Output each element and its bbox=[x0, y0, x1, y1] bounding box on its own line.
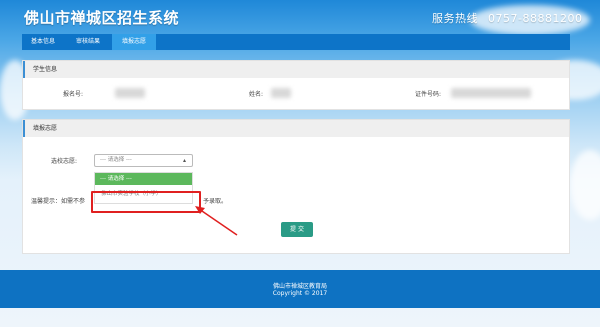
hotline-label: 服务热线 bbox=[432, 12, 478, 25]
site-footer: 佛山市禅城区教育局 Copyright © 2017 bbox=[0, 270, 600, 308]
name-value bbox=[271, 88, 291, 98]
highlight-box bbox=[91, 191, 201, 213]
hint-text-end: 予录取。 bbox=[203, 198, 228, 205]
tab-basic-info[interactable]: 基本信息 bbox=[22, 34, 64, 50]
student-info-title: 学生信息 bbox=[23, 61, 569, 78]
school-select[interactable]: --- 请选择 --- ▴ bbox=[94, 154, 193, 167]
wish-panel: 填报志愿 选校志愿: --- 请选择 --- ▴ --- 请选择 --- 佛山市… bbox=[22, 119, 570, 254]
submit-button[interactable]: 提 交 bbox=[281, 222, 313, 237]
annotation-arrow-icon bbox=[195, 206, 238, 236]
footer-org: 佛山市禅城区教育局 bbox=[272, 283, 327, 290]
name-label: 姓名: bbox=[249, 91, 264, 98]
main-nav: 基本信息 审核结果 填报志愿 bbox=[22, 34, 570, 50]
dropdown-option-placeholder[interactable]: --- 请选择 --- bbox=[95, 173, 192, 185]
id-number-label: 证件号码: bbox=[415, 91, 442, 98]
tab-fill-wish[interactable]: 填报志愿 bbox=[112, 34, 156, 50]
id-number-value bbox=[451, 88, 531, 98]
student-info-panel: 学生信息 报名号: 姓名: 证件号码: bbox=[22, 60, 570, 110]
site-title: 佛山市禅城区招生系统 bbox=[24, 9, 180, 27]
hotline: 服务热线 0757-88881200 bbox=[432, 10, 582, 26]
footer-copyright: Copyright © 2017 bbox=[272, 290, 328, 297]
hint-text-start: 温馨提示：如需不参 bbox=[31, 198, 86, 205]
hotline-number: 0757-88881200 bbox=[488, 12, 583, 25]
wish-section-title: 填报志愿 bbox=[23, 120, 569, 137]
cloud-decoration bbox=[570, 150, 600, 220]
site-header: 佛山市禅城区招生系统 服务热线 0757-88881200 bbox=[0, 0, 600, 34]
caret-up-icon: ▴ bbox=[182, 157, 186, 164]
school-choice-label: 选校志愿: bbox=[51, 158, 78, 165]
registration-number-label: 报名号: bbox=[63, 91, 84, 98]
school-select-value: --- 请选择 --- bbox=[100, 157, 132, 163]
tab-review-result[interactable]: 审核结果 bbox=[66, 34, 110, 50]
registration-number-value bbox=[115, 88, 145, 98]
